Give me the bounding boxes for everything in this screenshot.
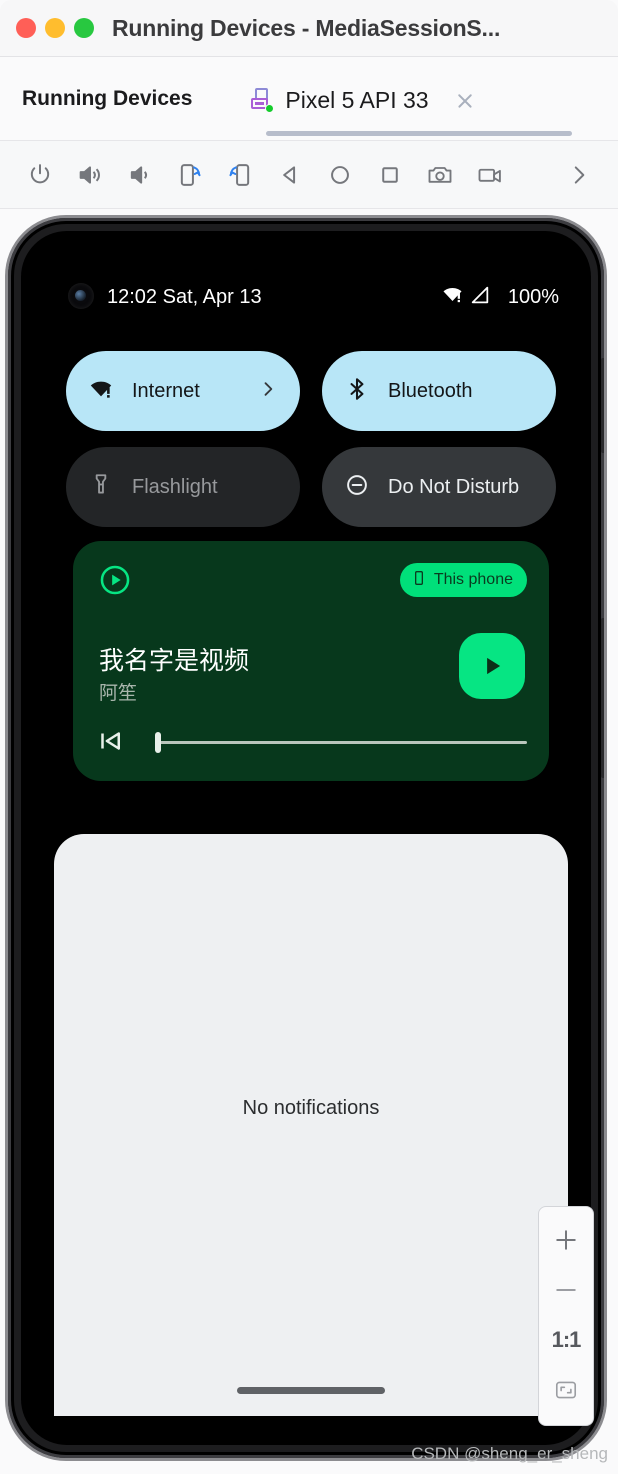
device-frame: 12:02 Sat, Apr 13 100% Internet Bluetoot… xyxy=(8,218,604,1458)
rotate-left-button[interactable] xyxy=(215,149,265,201)
qs-tile-internet[interactable]: Internet xyxy=(66,351,300,431)
bluetooth-icon xyxy=(344,376,370,407)
device-volume-side-button[interactable] xyxy=(601,618,604,778)
qs-tile-flashlight[interactable]: Flashlight xyxy=(66,447,300,527)
record-button[interactable] xyxy=(465,149,515,201)
fit-to-screen-button[interactable] xyxy=(543,1365,589,1415)
device-tab-pixel-5-api-33[interactable]: Pixel 5 API 33 xyxy=(250,57,475,140)
notification-shade[interactable]: No notifications xyxy=(54,834,568,1416)
actual-size-label: 1:1 xyxy=(551,1327,582,1352)
cell-signal-icon xyxy=(469,284,491,311)
quick-settings-grid: Internet Bluetooth Flashlight Do Not Dis… xyxy=(66,351,556,527)
back-button[interactable] xyxy=(265,149,315,201)
device-power-side-button[interactable] xyxy=(601,358,604,453)
wifi-alert-icon xyxy=(88,376,114,407)
actual-size-button[interactable]: 1:1 xyxy=(543,1315,589,1365)
minimize-window-button[interactable] xyxy=(45,18,65,38)
zoom-controls-panel: 1:1 xyxy=(538,1206,594,1426)
running-devices-window: Running Devices - MediaSessionS... Runni… xyxy=(0,0,618,1474)
tool-window-title: Running Devices xyxy=(22,86,193,110)
home-button[interactable] xyxy=(315,149,365,201)
qs-tile-label: Bluetooth xyxy=(388,379,473,402)
media-progress-thumb[interactable] xyxy=(155,732,161,753)
watermark: CSDN @sheng_er_sheng xyxy=(411,1444,608,1463)
power-button[interactable] xyxy=(15,149,65,201)
wifi-alert-icon xyxy=(441,283,464,311)
phone-icon xyxy=(411,570,427,591)
rotate-right-button[interactable] xyxy=(165,149,215,201)
media-progress-slider[interactable] xyxy=(155,732,527,753)
qs-tile-do-not-disturb[interactable]: Do Not Disturb xyxy=(322,447,556,527)
screenshot-button[interactable] xyxy=(415,149,465,201)
close-window-button[interactable] xyxy=(16,18,36,38)
more-button[interactable] xyxy=(554,149,604,201)
media-player-card[interactable]: This phone 我名字是视频 阿笙 xyxy=(73,541,549,781)
qs-tile-bluetooth[interactable]: Bluetooth xyxy=(322,351,556,431)
tool-window-header: Running Devices Pixel 5 API 33 xyxy=(0,57,618,141)
window-titlebar: Running Devices - MediaSessionS... xyxy=(0,0,618,57)
qs-tile-label: Internet xyxy=(132,379,200,402)
status-bar-time: 12:02 Sat, Apr 13 xyxy=(107,285,262,308)
status-bar-icons: 100% xyxy=(441,283,559,311)
media-play-button[interactable] xyxy=(459,633,525,699)
zoom-in-button[interactable] xyxy=(543,1215,589,1265)
qs-tile-label: Do Not Disturb xyxy=(388,475,520,498)
overview-button[interactable] xyxy=(365,149,415,201)
no-notifications-label: No notifications xyxy=(242,1096,380,1119)
media-previous-button[interactable] xyxy=(95,726,125,761)
traffic-lights xyxy=(16,18,94,38)
device-tab-label: Pixel 5 API 33 xyxy=(285,87,429,113)
volume-up-button[interactable] xyxy=(65,149,115,201)
zoom-window-button[interactable] xyxy=(74,18,94,38)
play-circle-outline-icon xyxy=(98,563,132,602)
zoom-out-button[interactable] xyxy=(543,1265,589,1315)
window-title: Running Devices - MediaSessionS... xyxy=(112,14,501,41)
flashlight-icon xyxy=(88,472,114,503)
device-icon xyxy=(250,87,276,114)
close-icon[interactable] xyxy=(454,90,476,112)
media-artist: 阿笙 xyxy=(99,683,138,704)
battery-percentage: 100% xyxy=(507,285,559,308)
emulator-toolbar xyxy=(0,141,618,209)
device-running-indicator-icon xyxy=(265,103,275,113)
gesture-navigation-bar[interactable] xyxy=(237,1387,385,1394)
chevron-right-icon[interactable] xyxy=(258,379,278,404)
media-output-chip[interactable]: This phone xyxy=(399,563,527,597)
tab-scroll-indicator[interactable] xyxy=(266,131,572,136)
media-title: 我名字是视频 xyxy=(99,647,250,675)
device-screen[interactable]: 12:02 Sat, Apr 13 100% Internet Bluetoot… xyxy=(21,231,591,1445)
media-output-label: This phone xyxy=(433,571,513,588)
qs-tile-label: Flashlight xyxy=(132,475,218,498)
status-bar: 12:02 Sat, Apr 13 100% xyxy=(21,281,591,313)
do-not-disturb-icon xyxy=(344,472,370,503)
volume-down-button[interactable] xyxy=(115,149,165,201)
